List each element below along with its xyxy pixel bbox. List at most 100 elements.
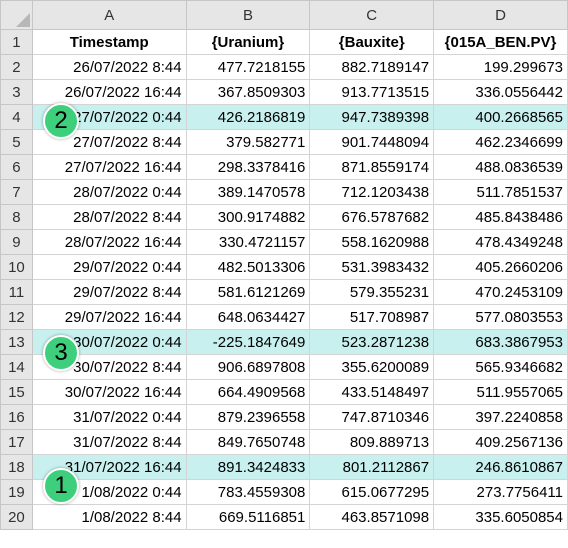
cell-015a-ben-pv[interactable]: 397.2240858 (433, 404, 568, 430)
cell-bauxite[interactable]: 433.5148497 (309, 379, 435, 405)
row-header[interactable]: 16 (0, 404, 33, 430)
row-header[interactable]: 13 (0, 329, 33, 355)
cell-015a-ben-pv[interactable]: 246.8610867 (433, 454, 568, 480)
row-header[interactable]: 17 (0, 429, 33, 455)
cell-bauxite[interactable]: 676.5787682 (309, 204, 435, 230)
cell-uranium[interactable]: 906.6897808 (185, 354, 311, 380)
row-header[interactable]: 5 (0, 129, 33, 155)
cell-timestamp[interactable]: 27/07/2022 16:44 (31, 154, 187, 180)
cell-015a-ben-pv[interactable]: 405.2660206 (433, 254, 568, 280)
column-header-c[interactable]: C (309, 0, 435, 30)
cell-bauxite[interactable]: 558.1620988 (309, 229, 435, 255)
cell-uranium[interactable]: 379.582771 (185, 129, 311, 155)
cell-uranium[interactable]: 482.5013306 (185, 254, 311, 280)
cell-uranium[interactable]: 389.1470578 (185, 179, 311, 205)
cell-timestamp[interactable]: 29/07/2022 8:44 (31, 279, 187, 305)
column-header-d[interactable]: D (433, 0, 568, 30)
cell-timestamp[interactable]: 31/07/2022 0:44 (31, 404, 187, 430)
cell-timestamp[interactable]: 28/07/2022 8:44 (31, 204, 187, 230)
cell-015a-ben-pv[interactable]: 683.3867953 (433, 329, 568, 355)
header-cell-015a-ben-pv[interactable]: {015A_BEN.PV} (433, 29, 568, 55)
cell-bauxite[interactable]: 531.3983432 (309, 254, 435, 280)
cell-bauxite[interactable]: 517.708987 (309, 304, 435, 330)
cell-timestamp[interactable]: 26/07/2022 8:44 (31, 54, 187, 80)
cell-timestamp[interactable]: 26/07/2022 16:44 (31, 79, 187, 105)
cell-015a-ben-pv[interactable]: 462.2346699 (433, 129, 568, 155)
cell-bauxite[interactable]: 463.8571098 (309, 504, 435, 530)
cell-bauxite[interactable]: 882.7189147 (309, 54, 435, 80)
row-header[interactable]: 12 (0, 304, 33, 330)
select-all-corner[interactable] (0, 0, 33, 30)
cell-uranium[interactable]: 300.9174882 (185, 204, 311, 230)
row-header[interactable]: 9 (0, 229, 33, 255)
cell-015a-ben-pv[interactable]: 470.2453109 (433, 279, 568, 305)
cell-timestamp[interactable]: 1/08/2022 8:44 (31, 504, 187, 530)
cell-uranium[interactable]: 849.7650748 (185, 429, 311, 455)
cell-015a-ben-pv[interactable]: 400.2668565 (433, 104, 568, 130)
cell-bauxite[interactable]: 712.1203438 (309, 179, 435, 205)
row-header[interactable]: 7 (0, 179, 33, 205)
row-header[interactable]: 11 (0, 279, 33, 305)
cell-timestamp[interactable]: 31/07/2022 8:44 (31, 429, 187, 455)
cell-timestamp[interactable]: 28/07/2022 16:44 (31, 229, 187, 255)
column-header-b[interactable]: B (185, 0, 311, 30)
cell-timestamp[interactable]: 29/07/2022 16:44 (31, 304, 187, 330)
cell-bauxite[interactable]: 615.0677295 (309, 479, 435, 505)
cell-bauxite[interactable]: 871.8559174 (309, 154, 435, 180)
cell-uranium[interactable]: 367.8509303 (185, 79, 311, 105)
cell-015a-ben-pv[interactable]: 273.7756411 (433, 479, 568, 505)
cell-015a-ben-pv[interactable]: 485.8438486 (433, 204, 568, 230)
row-header[interactable]: 20 (0, 504, 33, 530)
cell-timestamp[interactable]: 30/07/2022 16:44 (31, 379, 187, 405)
cell-bauxite[interactable]: 355.6200089 (309, 354, 435, 380)
cell-uranium[interactable]: 648.0634427 (185, 304, 311, 330)
cell-bauxite[interactable]: 809.889713 (309, 429, 435, 455)
cell-uranium[interactable]: 426.2186819 (185, 104, 311, 130)
table-row: 11 29/07/2022 8:44 581.6121269 579.355231 47… (0, 279, 568, 305)
header-cell-timestamp[interactable]: Timestamp (31, 29, 187, 55)
cell-timestamp[interactable]: 28/07/2022 0:44 (31, 179, 187, 205)
cell-uranium[interactable]: 891.3424833 (185, 454, 311, 480)
cell-bauxite[interactable]: 801.2112867 (309, 454, 435, 480)
cell-uranium[interactable]: 879.2396558 (185, 404, 311, 430)
cell-uranium[interactable]: 581.6121269 (185, 279, 311, 305)
cell-015a-ben-pv[interactable]: 511.9557065 (433, 379, 568, 405)
cell-uranium[interactable]: 477.7218155 (185, 54, 311, 80)
cell-015a-ben-pv[interactable]: 199.299673 (433, 54, 568, 80)
cell-015a-ben-pv[interactable]: 565.9346682 (433, 354, 568, 380)
row-header[interactable]: 18 (0, 454, 33, 480)
cell-uranium[interactable]: 783.4559308 (185, 479, 311, 505)
cell-bauxite[interactable]: 947.7389398 (309, 104, 435, 130)
cell-uranium[interactable]: 669.5116851 (185, 504, 311, 530)
cell-015a-ben-pv[interactable]: 335.6050854 (433, 504, 568, 530)
cell-015a-ben-pv[interactable]: 511.7851537 (433, 179, 568, 205)
cell-015a-ben-pv[interactable]: 478.4349248 (433, 229, 568, 255)
cell-uranium[interactable]: 330.4721157 (185, 229, 311, 255)
column-header-a[interactable]: A (31, 0, 187, 30)
cell-015a-ben-pv[interactable]: 336.0556442 (433, 79, 568, 105)
cell-bauxite[interactable]: 579.355231 (309, 279, 435, 305)
row-header[interactable]: 15 (0, 379, 33, 405)
row-header[interactable]: 2 (0, 54, 33, 80)
row-header[interactable]: 3 (0, 79, 33, 105)
cell-bauxite[interactable]: 523.2871238 (309, 329, 435, 355)
row-header[interactable]: 14 (0, 354, 33, 380)
row-header[interactable]: 8 (0, 204, 33, 230)
cell-015a-ben-pv[interactable]: 577.0803553 (433, 304, 568, 330)
cell-bauxite[interactable]: 901.7448094 (309, 129, 435, 155)
cell-bauxite[interactable]: 747.8710346 (309, 404, 435, 430)
cell-015a-ben-pv[interactable]: 409.2567136 (433, 429, 568, 455)
cell-uranium[interactable]: 664.4909568 (185, 379, 311, 405)
row-header[interactable]: 19 (0, 479, 33, 505)
cell-015a-ben-pv[interactable]: 488.0836539 (433, 154, 568, 180)
cell-uranium[interactable]: -225.1847649 (185, 329, 311, 355)
row-header[interactable]: 10 (0, 254, 33, 280)
header-cell-uranium[interactable]: {Uranium} (185, 29, 311, 55)
header-cell-bauxite[interactable]: {Bauxite} (309, 29, 435, 55)
cell-timestamp[interactable]: 29/07/2022 0:44 (31, 254, 187, 280)
row-header[interactable]: 6 (0, 154, 33, 180)
cell-bauxite[interactable]: 913.7713515 (309, 79, 435, 105)
cell-uranium[interactable]: 298.3378416 (185, 154, 311, 180)
row-header[interactable]: 1 (0, 29, 33, 55)
row-header[interactable]: 4 (0, 104, 33, 130)
